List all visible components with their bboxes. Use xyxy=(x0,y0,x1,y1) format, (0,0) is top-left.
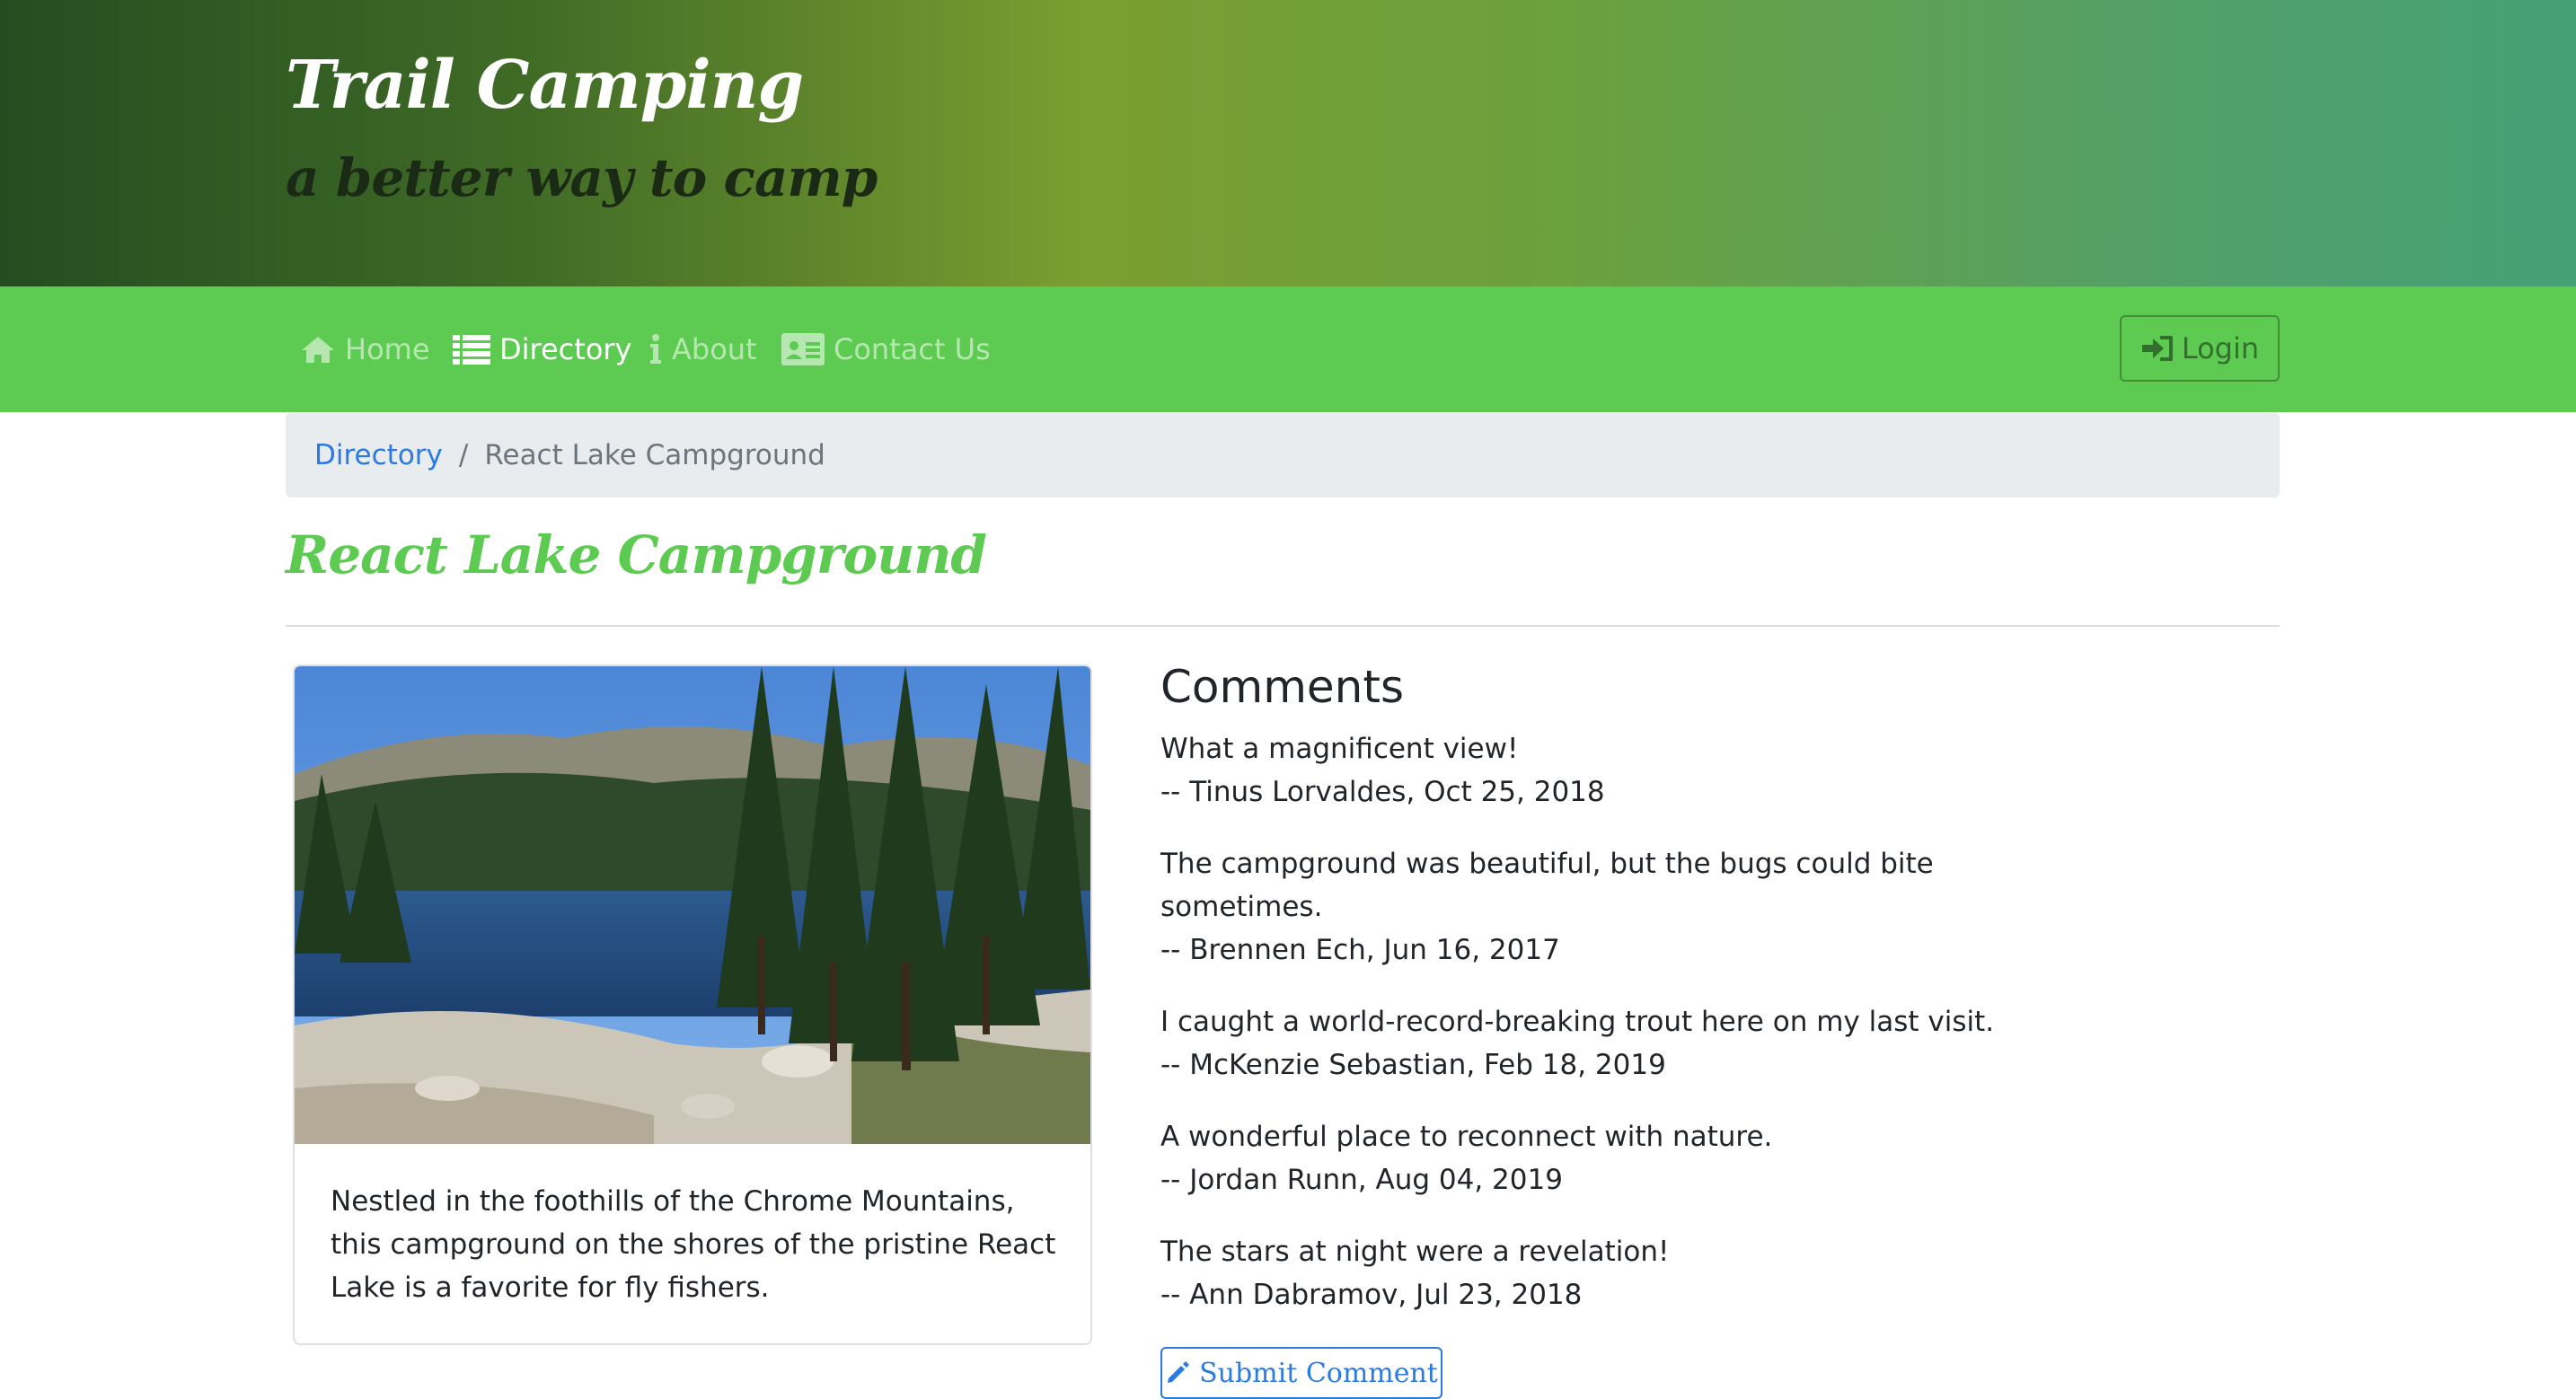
submit-comment-label: Submit Comment xyxy=(1199,1357,1438,1389)
nav-directory-label: Directory xyxy=(499,332,632,366)
comment-item: The campground was beautiful, but the bu… xyxy=(1160,842,1969,972)
comment-text: A wonderful place to reconnect with natu… xyxy=(1160,1121,1773,1153)
page-title: React Lake Campground xyxy=(286,524,987,585)
breadcrumb-current: React Lake Campground xyxy=(484,439,825,471)
comment-byline: -- Tinus Lorvaldes, Oct 25, 2018 xyxy=(1160,776,1605,808)
breadcrumb: Directory / React Lake Campground xyxy=(286,413,2280,497)
comment-text: The stars at night were a revelation! xyxy=(1160,1236,1670,1268)
campsite-card: Nestled in the foothills of the Chrome M… xyxy=(293,664,1092,1345)
comments-heading: Comments xyxy=(1160,661,1405,713)
comment-byline: -- Brennen Ech, Jun 16, 2017 xyxy=(1160,934,1560,966)
comment-item: I caught a world-record-breaking trout h… xyxy=(1160,1000,2059,1087)
breadcrumb-separator: / xyxy=(458,439,469,471)
site-title: Trail Camping xyxy=(286,47,804,124)
info-icon xyxy=(648,334,663,365)
comment-text: What a magnificent view! xyxy=(1160,733,1519,765)
lake-with-pine-trees-photo xyxy=(295,666,1090,1144)
comment-text: The campground was beautiful, but the bu… xyxy=(1160,848,1934,923)
submit-comment-button[interactable]: Submit Comment xyxy=(1160,1347,1442,1399)
comment-item: What a magnificent view! -- Tinus Lorval… xyxy=(1160,727,2059,814)
address-card-icon xyxy=(781,333,825,365)
nav-home[interactable]: Home xyxy=(300,328,430,371)
site-tagline: a better way to camp xyxy=(286,147,878,208)
title-divider xyxy=(286,625,2280,627)
login-label: Login xyxy=(2181,331,2260,365)
sign-in-icon xyxy=(2140,334,2175,363)
list-icon xyxy=(453,334,490,365)
header-jumbotron: Trail Camping a better way to camp xyxy=(0,0,2576,286)
comment-item: The stars at night were a revelation! --… xyxy=(1160,1230,2059,1316)
nav-contact[interactable]: Contact Us xyxy=(781,328,991,371)
navbar: Home Directory About Contact Us Login xyxy=(0,286,2576,412)
comment-item: A wonderful place to reconnect with natu… xyxy=(1160,1115,2059,1201)
nav-home-label: Home xyxy=(345,332,430,366)
comment-text: I caught a world-record-breaking trout h… xyxy=(1160,1006,1995,1038)
pencil-icon xyxy=(1165,1360,1190,1386)
breadcrumb-directory-link[interactable]: Directory xyxy=(314,439,443,471)
nav-directory[interactable]: Directory xyxy=(453,328,631,371)
home-icon xyxy=(300,334,336,365)
login-button[interactable]: Login xyxy=(2120,315,2280,382)
nav-about[interactable]: About xyxy=(648,328,757,371)
comment-byline: -- Jordan Runn, Aug 04, 2019 xyxy=(1160,1164,1563,1196)
comment-byline: -- Ann Dabramov, Jul 23, 2018 xyxy=(1160,1279,1583,1311)
nav-contact-label: Contact Us xyxy=(834,332,991,366)
nav-about-label: About xyxy=(672,332,757,366)
comment-byline: -- McKenzie Sebastian, Feb 18, 2019 xyxy=(1160,1049,1666,1081)
campsite-description: Nestled in the foothills of the Chrome M… xyxy=(331,1185,1056,1304)
